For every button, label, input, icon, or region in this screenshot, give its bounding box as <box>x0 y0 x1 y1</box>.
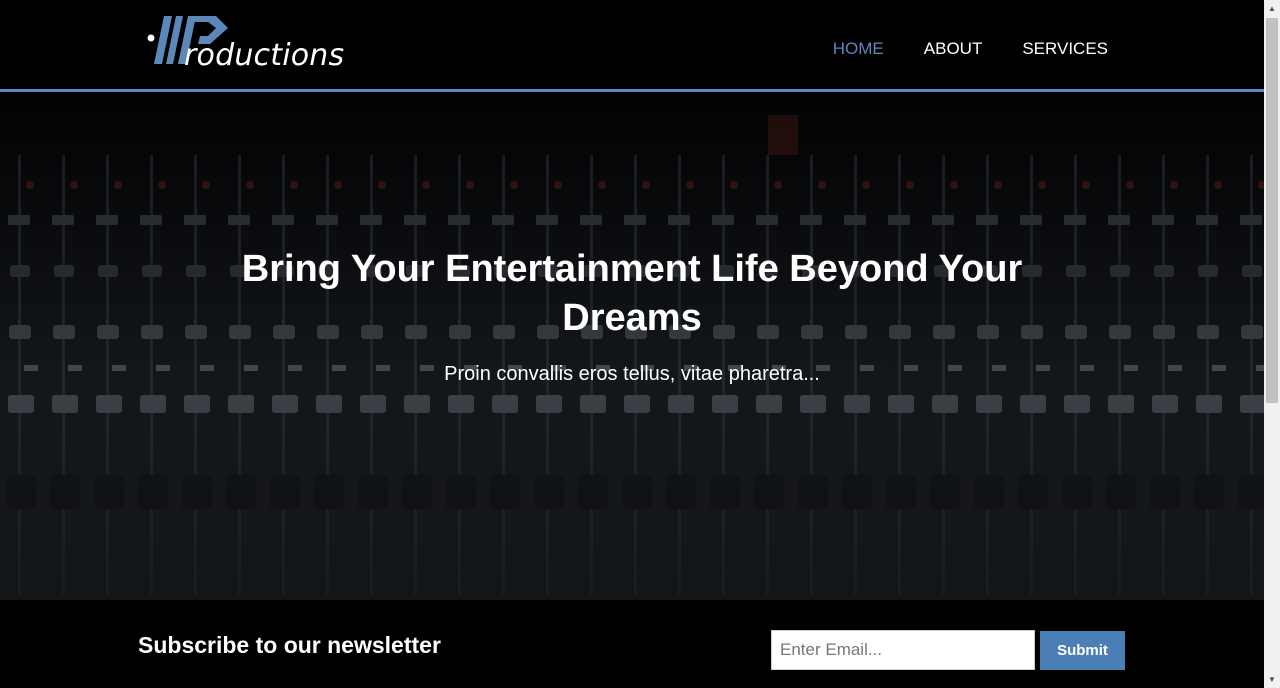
submit-button[interactable]: Submit <box>1040 631 1125 670</box>
nav-services-link[interactable]: SERVICES <box>1022 38 1108 60</box>
logo-text: roductions <box>184 38 345 73</box>
hero-title: Bring Your Entertainment Life Beyond You… <box>241 248 1023 339</box>
scroll-down-arrow-icon[interactable]: ▼ <box>1264 671 1280 688</box>
site-header: roductions HOME ABOUT SERVICES <box>0 0 1264 92</box>
newsletter-title: Subscribe to our newsletter <box>138 632 441 658</box>
main-nav: HOME ABOUT SERVICES <box>833 38 1108 60</box>
vertical-scrollbar[interactable]: ▲ ▼ <box>1264 0 1280 688</box>
hero-banner: Bring Your Entertainment Life Beyond You… <box>0 95 1264 600</box>
newsletter-section: Subscribe to our newsletter Submit <box>0 600 1264 688</box>
hero-overlay <box>0 95 1264 600</box>
email-input[interactable] <box>771 630 1035 670</box>
scroll-up-arrow-icon[interactable]: ▲ <box>1264 0 1280 17</box>
nav-home-link[interactable]: HOME <box>833 38 884 60</box>
hero-subtitle: Proin convallis eros tellus, vitae phare… <box>444 363 820 385</box>
scrollbar-thumb[interactable] <box>1266 18 1278 403</box>
brand-logo[interactable]: roductions <box>136 12 348 73</box>
nav-about-link[interactable]: ABOUT <box>924 38 983 60</box>
